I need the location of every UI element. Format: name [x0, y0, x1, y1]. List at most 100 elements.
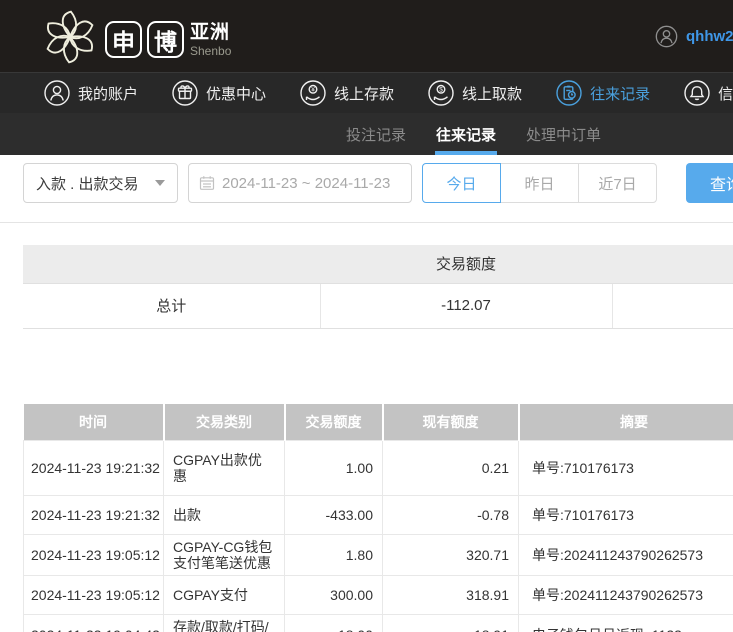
table-row: 2024-11-23 19:21:32 出款 -433.00 -0.78 单号:…: [23, 494, 733, 535]
cell-amount: 300.00: [284, 574, 383, 615]
cell-amount: 18.00: [284, 613, 383, 632]
cell-time: 2024-11-23 19:05:12: [23, 574, 164, 615]
user-account[interactable]: qhhw2: [655, 25, 733, 48]
cell-time: 2024-11-23 19:21:32: [23, 439, 164, 496]
nav-item-label: 我的账户: [78, 85, 139, 103]
user-icon: [44, 80, 70, 106]
nav-item-label: 线上取款: [462, 85, 523, 103]
table-row: 2024-11-23 19:04:42 存款/取款/打码/损益 18.00 18…: [23, 613, 733, 632]
summary-total-label: 总计: [23, 283, 321, 329]
flower-logo-icon: [46, 10, 94, 64]
summary-header-row: 交易额度: [23, 245, 733, 284]
chevron-down-icon: [155, 180, 165, 186]
last-7-days-button-label: 近7日: [598, 175, 637, 193]
table-row: 2024-11-23 19:05:12 CGPAY-CG钱包支付笔笔送优惠 1.…: [23, 533, 733, 576]
col-header-amount: 交易额度: [284, 404, 384, 440]
cell-amount: 1.00: [284, 439, 383, 496]
cell-time: 2024-11-23 19:21:32: [23, 494, 164, 535]
cell-type: 出款: [163, 494, 285, 535]
yesterday-button[interactable]: 昨日: [500, 163, 579, 203]
cell-type: CGPAY支付: [163, 574, 285, 615]
last-7-days-button[interactable]: 近7日: [578, 163, 657, 203]
today-button-label: 今日: [446, 175, 477, 193]
logo-char-bo: 博: [147, 21, 184, 58]
cell-time: 2024-11-23 19:04:42: [23, 613, 164, 632]
cell-time: 2024-11-23 19:05:12: [23, 533, 164, 576]
sub-navigation: 投注记录 往来记录 处理中订单: [0, 113, 733, 155]
tab-label: 投注记录: [346, 126, 407, 144]
quick-date-buttons: 今日 昨日 近7日: [422, 163, 657, 203]
nav-item-my-account[interactable]: 我的账户: [44, 80, 138, 106]
cell-amount: -433.00: [284, 494, 383, 535]
record-tabs: 投注记录 往来记录 处理中订单: [345, 113, 602, 155]
transaction-type-select[interactable]: 入款 . 出款交易: [23, 163, 178, 203]
tab-label: 处理中订单: [526, 126, 602, 144]
nav-item-label: 线上存款: [334, 85, 395, 103]
cell-type: CGPAY出款优惠: [163, 439, 285, 496]
cell-type: CGPAY-CG钱包支付笔笔送优惠: [163, 533, 285, 576]
nav-item-promotions[interactable]: 优惠中心: [172, 80, 266, 106]
nav-item-deposit[interactable]: ¥ 线上存款: [300, 80, 394, 106]
search-button[interactable]: 查询: [686, 163, 733, 203]
cell-type: 存款/取款/打码/损益: [163, 613, 285, 632]
main-navigation: 我的账户 优惠中心 ¥ 线上存款 $ 线上取款 往来记录 信: [0, 72, 733, 113]
nav-item-label: 优惠中心: [206, 85, 267, 103]
site-logo[interactable]: 申 博 亚洲 Shenbo: [40, 7, 231, 67]
cell-balance: 18.91: [382, 613, 519, 632]
cell-balance: 318.91: [382, 574, 519, 615]
cell-balance: -0.78: [382, 494, 519, 535]
calendar-icon: [199, 176, 215, 190]
today-button[interactable]: 今日: [422, 163, 501, 203]
cell-note: 单号:710176173: [518, 494, 733, 535]
search-button-label: 查询: [709, 177, 733, 194]
col-header-type: 交易类别: [163, 404, 286, 440]
cell-amount: 1.80: [284, 533, 383, 576]
summary-header-amount: 交易额度: [320, 245, 612, 284]
tab-label: 往来记录: [436, 126, 497, 144]
col-header-note: 摘要: [518, 404, 733, 440]
tab-processing-orders[interactable]: 处理中订单: [525, 113, 602, 155]
tab-transaction-records[interactable]: 往来记录: [435, 113, 498, 155]
logo-subtitle-text: Shenbo: [190, 43, 232, 58]
bell-icon: [684, 80, 710, 106]
section-divider: [0, 222, 733, 223]
logo-region-text: 亚洲: [190, 21, 231, 43]
nav-item-label: 信息: [718, 85, 733, 103]
summary-header-empty: [612, 245, 733, 284]
date-range-value: 2024-11-23 ~ 2024-11-23: [222, 174, 391, 192]
summary-empty-cell: [612, 283, 733, 329]
site-header: 申 博 亚洲 Shenbo qhhw2: [0, 0, 733, 72]
content-area: 入款 . 出款交易 2024-11-23 ~ 2024-11-23 今日 昨日 …: [0, 155, 733, 632]
cell-note: 单号:710176173: [518, 439, 733, 496]
transaction-type-value: 入款 . 出款交易: [36, 175, 139, 193]
transactions-table: 时间 交易类别 交易额度 现有额度 摘要 2024-11-23 19:21:32…: [23, 404, 733, 632]
avatar-icon: [655, 25, 678, 48]
table-row: 2024-11-23 19:05:12 CGPAY支付 300.00 318.9…: [23, 574, 733, 615]
svg-text:¥: ¥: [311, 87, 315, 94]
nav-item-withdraw[interactable]: $ 线上取款: [428, 80, 522, 106]
nav-item-records[interactable]: 往来记录: [556, 80, 650, 106]
col-header-balance: 现有额度: [382, 404, 520, 440]
cell-note: 单号:202411243790262573: [518, 574, 733, 615]
transactions-header-row: 时间 交易类别 交易额度 现有额度 摘要: [23, 404, 733, 440]
logo-char-shen: 申: [105, 21, 142, 58]
records-clipboard-icon: [556, 80, 582, 106]
deposit-hand-coin-icon: ¥: [300, 80, 326, 106]
gift-icon: [172, 80, 198, 106]
tab-bet-records[interactable]: 投注记录: [345, 113, 407, 155]
cell-balance: 0.21: [382, 439, 519, 496]
cell-note: 单号:202411243790262573: [518, 533, 733, 576]
cell-balance: 320.71: [382, 533, 519, 576]
cell-note: 电子钱包月月返现_1123: [518, 613, 733, 632]
svg-text:$: $: [439, 87, 443, 94]
yesterday-button-label: 昨日: [524, 175, 555, 193]
username-text[interactable]: qhhw2: [686, 28, 733, 45]
summary-total-row: 总计 -112.07: [23, 283, 733, 329]
nav-item-label: 往来记录: [590, 85, 651, 103]
withdraw-hand-coin-icon: $: [428, 80, 454, 106]
summary-table: 交易额度 总计 -112.07: [23, 245, 733, 329]
nav-item-messages[interactable]: 信息: [684, 80, 733, 106]
table-row: 2024-11-23 19:21:32 CGPAY出款优惠 1.00 0.21 …: [23, 439, 733, 496]
date-range-input[interactable]: 2024-11-23 ~ 2024-11-23: [188, 163, 412, 203]
summary-total-value: -112.07: [320, 283, 613, 329]
